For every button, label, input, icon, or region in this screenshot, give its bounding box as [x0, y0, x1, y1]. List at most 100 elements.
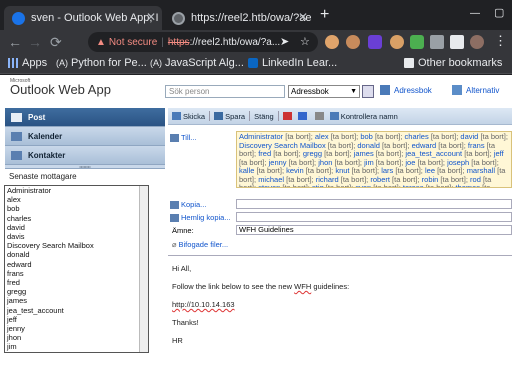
body-link[interactable]: http://10.10.14.163 [172, 300, 508, 309]
other-bookmarks[interactable]: Other bookmarks [404, 57, 502, 69]
remove-recipient-link[interactable]: [ta bort]; [282, 183, 312, 187]
nav-mail[interactable]: Post [5, 108, 165, 127]
bookmarks-bar: Apps (A) Python for Pe... (A) JavaScript… [0, 54, 512, 74]
close-tab-icon[interactable]: ✕ [298, 10, 308, 24]
tab-outlook[interactable]: sven - Outlook Web App, I ✕ [4, 6, 162, 30]
address-book-select[interactable]: Adressbok ▼ [288, 85, 360, 98]
forward-icon[interactable]: → [28, 33, 42, 51]
body-signature: HR [172, 336, 183, 345]
bcc-button[interactable]: Hemlig kopia... [170, 213, 231, 222]
list-item[interactable]: jeff [5, 315, 148, 324]
list-item[interactable]: fred [5, 278, 148, 287]
list-item[interactable]: james [5, 296, 148, 305]
list-item[interactable]: frans [5, 269, 148, 278]
subject-input[interactable]: WFH Guidelines [236, 225, 512, 235]
recipient-token[interactable]: steven [258, 183, 282, 187]
cc-row: Kopia... [170, 199, 206, 210]
close-button[interactable]: Stäng [254, 112, 274, 121]
back-icon[interactable]: ← [8, 33, 22, 51]
minimize-icon[interactable]: — [470, 8, 480, 19]
bookmark-label: JavaScript Alg... [165, 57, 244, 69]
recent-recipients-list[interactable]: Administrator alex bob charles david dav… [4, 185, 149, 353]
extension-avatar-icon[interactable] [325, 35, 339, 49]
list-item[interactable]: edward [5, 260, 148, 269]
to-recipients-field[interactable]: Administrator [ta bort]; alex [ta bort];… [236, 131, 512, 188]
cc-input[interactable] [236, 199, 512, 209]
calendar-icon [11, 131, 22, 141]
send-label: Skicka [183, 111, 206, 121]
reload-icon[interactable]: ⟳ [50, 33, 62, 51]
more-menu-icon[interactable]: ⋮ [494, 33, 507, 49]
bookmark-javascript[interactable]: (A) JavaScript Alg... [150, 57, 244, 69]
other-bookmarks-label: Other bookmarks [418, 57, 503, 69]
list-item[interactable]: jea_test_account [5, 306, 148, 315]
address-book-icon [380, 85, 390, 95]
list-item[interactable]: Administrator [5, 186, 148, 195]
list-item[interactable]: jhon [5, 333, 148, 342]
extension-avatar-icon[interactable] [346, 35, 360, 49]
profile-avatar[interactable] [470, 35, 484, 49]
attach-button[interactable]: ⌀ Bifogade filer... [172, 240, 228, 249]
send-to-devices-icon[interactable]: ➤ [280, 35, 289, 48]
close-label: Stäng [254, 111, 274, 121]
tab-owa-url[interactable]: https://reel2.htb/owa/?ae ✕ [164, 6, 314, 30]
address-book-link[interactable]: Adressbok [380, 85, 432, 95]
person-search-input[interactable]: Sök person [165, 85, 285, 98]
list-item[interactable]: jim [5, 342, 148, 351]
save-button[interactable]: Spara [214, 112, 245, 121]
close-tab-icon[interactable]: ✕ [146, 10, 156, 24]
link-text[interactable]: http://10.10.14.163 [172, 300, 235, 309]
puzzle-extensions-icon[interactable] [430, 35, 444, 49]
list-item[interactable]: gregg [5, 287, 148, 296]
warning-icon: ▲ [96, 36, 106, 48]
list-item[interactable]: bob [5, 204, 148, 213]
cc-button[interactable]: Kopia... [170, 200, 206, 209]
low-importance-icon[interactable] [297, 112, 307, 120]
bcc-label: Hemlig kopia... [181, 213, 231, 222]
bcc-input[interactable] [236, 212, 512, 222]
url-scheme: https [167, 36, 190, 48]
nav-label: Post [28, 112, 46, 122]
list-item[interactable]: jenny [5, 324, 148, 333]
to-button[interactable]: Till... [170, 133, 197, 142]
check-names-button[interactable]: Kontrollera namn [329, 112, 398, 121]
remove-recipient-link[interactable]: [ta bort]; [326, 183, 356, 187]
linkedin-icon [248, 58, 258, 68]
high-importance-icon[interactable] [282, 112, 292, 120]
message-body[interactable]: Hi All, Follow the link below to see the… [168, 255, 512, 366]
extension-badge-icon[interactable] [368, 35, 382, 49]
globe-icon [172, 11, 185, 25]
list-item[interactable]: charles [5, 214, 148, 223]
extension-cookie-icon[interactable] [390, 35, 404, 49]
bookmark-python[interactable]: (A) Python for Pe... [56, 57, 147, 69]
browser-tab-bar: sven - Outlook Web App, I ✕ https://reel… [0, 0, 512, 30]
extension-grid-icon[interactable] [410, 35, 424, 49]
new-tab-button[interactable]: + [320, 6, 329, 24]
body-greeting: Hi All, [172, 264, 192, 273]
reading-list-icon[interactable] [450, 35, 464, 49]
options-link[interactable]: Alternativ [452, 85, 499, 95]
remove-recipient-link[interactable]: [ta bort]; [426, 183, 456, 187]
maximize-icon[interactable]: ▢ [494, 6, 504, 19]
remove-recipient-link[interactable]: [ta bort]; [373, 183, 403, 187]
recipient-token[interactable]: stig [312, 183, 326, 187]
bookmark-linkedin[interactable]: LinkedIn Lear... [248, 57, 337, 69]
recipient-token[interactable]: thomas [455, 183, 482, 187]
list-item[interactable]: davis [5, 232, 148, 241]
list-item[interactable]: donald [5, 250, 148, 259]
owa-header: Microsoft Outlook Web App Sök person Adr… [0, 75, 512, 103]
recipient-token[interactable]: sven [355, 183, 373, 187]
list-item[interactable]: alex [5, 195, 148, 204]
attach-icon[interactable] [314, 112, 324, 120]
bookmark-star-icon[interactable]: ☆ [300, 35, 310, 48]
nav-calendar[interactable]: Kalender [5, 127, 165, 146]
list-scrollbar[interactable] [139, 186, 148, 352]
recipient-token[interactable]: teresa [403, 183, 426, 187]
nav-contacts[interactable]: Kontakter [5, 146, 165, 165]
send-button[interactable]: Skicka [172, 112, 205, 121]
bookmark-apps[interactable]: Apps [8, 57, 47, 69]
list-item[interactable]: Discovery Search Mailbox [5, 241, 148, 250]
search-button[interactable] [362, 85, 374, 98]
list-item[interactable]: david [5, 223, 148, 232]
bookmark-label: Python for Pe... [71, 57, 147, 69]
